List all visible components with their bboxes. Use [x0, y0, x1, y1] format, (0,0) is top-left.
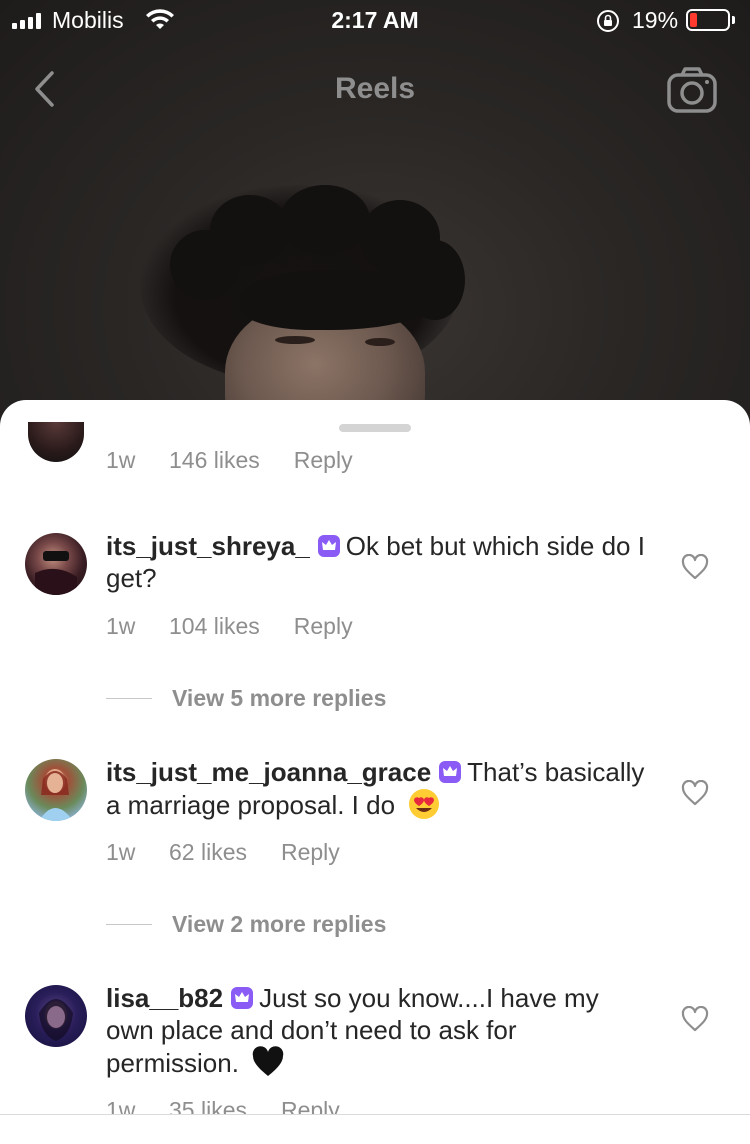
status-bar: Mobilis 2:17 AM 19%	[0, 0, 750, 40]
heart-outline-icon	[681, 553, 709, 580]
eye	[275, 336, 315, 344]
crown-badge-icon	[317, 535, 340, 557]
hair-curl	[210, 195, 290, 265]
comment-username[interactable]: its_just_shreya_	[106, 531, 310, 561]
like-button[interactable]	[681, 779, 709, 811]
comments-sheet[interactable]: 1w 146 likes Reply its_just_shreya_ Ok be…	[0, 400, 750, 1144]
reel-video[interactable]	[0, 0, 750, 440]
comment-time: 1w	[106, 839, 136, 865]
comment-likes[interactable]: 146 likes	[169, 447, 260, 474]
view-more-replies-label[interactable]: View 5 more replies	[172, 685, 386, 712]
like-button[interactable]	[681, 1005, 709, 1037]
comment-time: 1w	[106, 447, 136, 473]
like-button[interactable]	[681, 553, 709, 585]
comment-text-block: lisa__b82 Just so you know....I have my o…	[106, 982, 646, 1079]
eye	[365, 338, 395, 346]
rotation-lock-icon	[596, 9, 620, 39]
heart-outline-icon	[681, 1005, 709, 1032]
battery-percent: 19%	[632, 7, 679, 33]
comment-meta: 1w 62 likes Reply	[106, 839, 340, 866]
reply-button[interactable]: Reply	[294, 613, 353, 640]
page-title: Reels	[334, 72, 416, 105]
crown-badge-icon	[231, 987, 254, 1009]
replies-divider	[106, 698, 152, 699]
camera-icon	[667, 67, 717, 113]
battery-level	[690, 13, 697, 27]
black-heart-emoji-icon	[252, 1046, 284, 1078]
comment-username[interactable]: its_just_me_joanna_grace	[106, 757, 431, 787]
avatar[interactable]	[25, 985, 87, 1047]
heart-outline-icon	[681, 779, 709, 806]
replies-divider	[106, 924, 152, 925]
heart-eyes-emoji-icon	[408, 788, 440, 820]
view-more-replies[interactable]: View 2 more replies	[106, 911, 386, 938]
comment-likes[interactable]: 104 likes	[169, 613, 260, 640]
comment-text-block: its_just_shreya_ Ok bet but which side do…	[106, 530, 646, 594]
comment-time: 1w	[106, 613, 136, 639]
reply-button[interactable]: Reply	[281, 839, 340, 866]
comment-text-block: its_just_me_joanna_grace That’s basically…	[106, 756, 646, 821]
reply-button[interactable]: Reply	[294, 447, 353, 474]
comment-meta: 1w 104 likes Reply	[106, 613, 353, 640]
sheet-drag-handle[interactable]	[339, 424, 411, 432]
comment-username[interactable]: lisa__b82	[106, 983, 223, 1013]
avatar[interactable]	[25, 759, 87, 821]
view-more-replies-label[interactable]: View 2 more replies	[172, 911, 386, 938]
hair-curl	[280, 185, 370, 255]
avatar[interactable]	[28, 422, 84, 462]
comment-meta: 1w 146 likes Reply	[106, 447, 353, 474]
comment-likes[interactable]: 62 likes	[169, 839, 247, 866]
battery-cap	[732, 16, 735, 24]
battery-icon	[686, 9, 730, 31]
crown-badge-icon	[439, 761, 462, 783]
avatar[interactable]	[25, 533, 87, 595]
composer-area[interactable]	[0, 1115, 750, 1144]
camera-button[interactable]	[666, 66, 718, 119]
view-more-replies[interactable]: View 5 more replies	[106, 685, 386, 712]
